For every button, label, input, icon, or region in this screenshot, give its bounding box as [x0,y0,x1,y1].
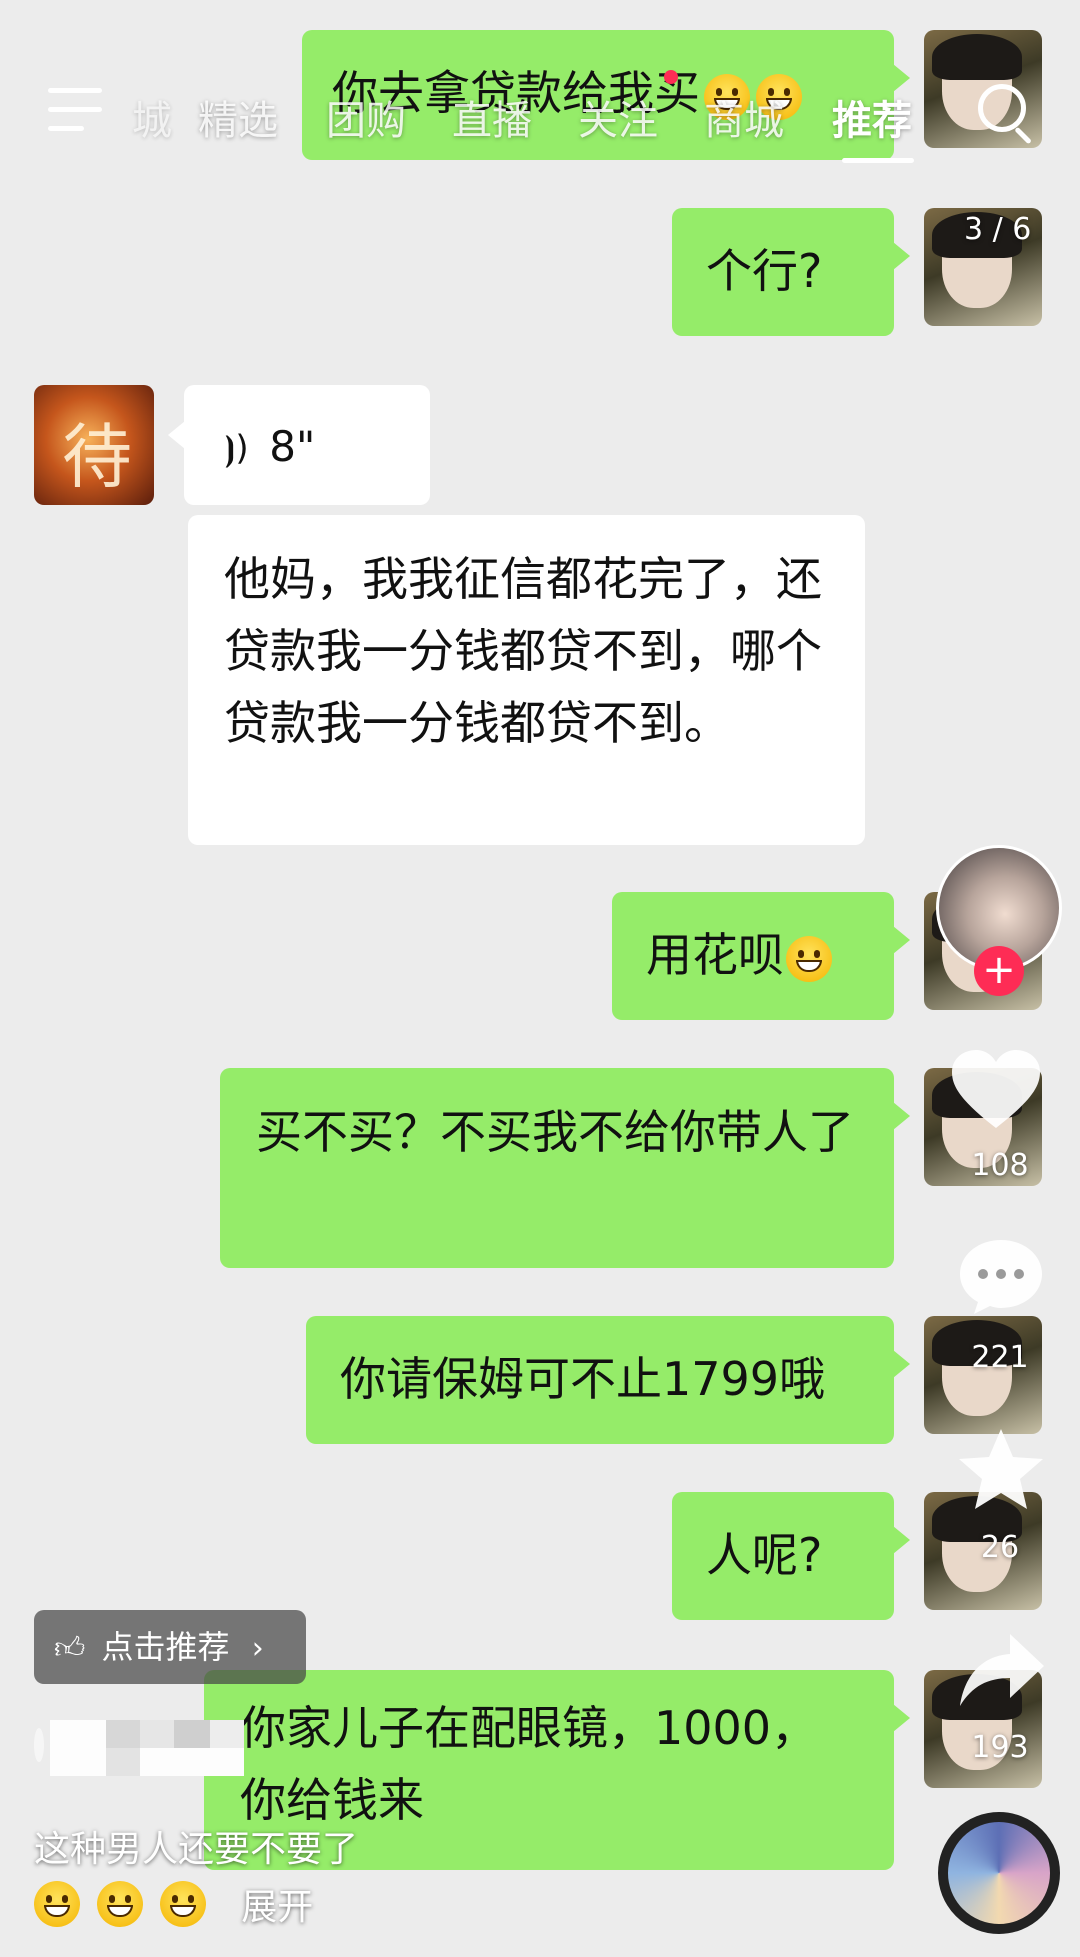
grin-emoji-icon [34,1881,80,1927]
comment-count: 221 [971,1340,1029,1375]
recommend-button[interactable]: 👍︎ 点击推荐 › [34,1610,306,1684]
notification-dot [664,70,678,84]
contact-avatar[interactable]: 待 [34,385,154,505]
tab-following[interactable]: 关注 [578,88,658,146]
voice-wave-icon: ⦘) [224,428,249,469]
caption-emoji-row: 展开 [34,1878,313,1932]
menu-icon[interactable] [48,88,102,132]
message-text: 个行? [706,244,823,298]
tab-mall[interactable]: 商城 [704,88,784,146]
active-tab-underline [842,158,914,163]
tab-featured[interactable]: 精选 [198,88,278,146]
grin-emoji-icon [97,1881,144,1927]
favorite-count: 26 [980,1530,1020,1565]
video-caption: 这种男人还要不要了 [34,1829,359,1870]
share-count: 193 [971,1730,1029,1765]
message-text: 用花呗 [646,928,784,982]
voice-duration: 8" [269,422,316,471]
expand-caption-link[interactable]: 展开 [241,1887,313,1928]
chat-bubble-them: 他妈，我我征信都花完了，还贷款我一分钱都贷不到，哪个贷款我一分钱都贷不到。 [188,515,865,845]
chat-bubble-me: 人呢? [672,1492,910,1620]
page-indicator: 3 / 6 [964,212,1032,247]
like-heart-icon[interactable] [950,1048,1042,1132]
tab-group-buy[interactable]: 团购 [326,88,406,146]
recommend-label: 点击推荐 [101,1628,230,1666]
chat-bubble-me: 你请保姆可不止1799哦 [306,1316,910,1444]
chat-bubble-me: 用花呗 [612,892,910,1020]
follow-plus-button[interactable]: + [974,946,1024,996]
grin-emoji-icon [786,935,832,982]
grin-emoji-icon [160,1881,207,1927]
tab-live[interactable]: 直播 [452,88,532,146]
thumbs-up-icon: 👍︎ [54,1631,86,1666]
tab-city[interactable]: 城 [132,88,172,146]
chat-bubble-me: 买不买？不买我不给你带人了 [220,1068,910,1268]
chat-bubble-me: 个行? [672,208,910,336]
voice-message-bubble[interactable]: ⦘) 8" [168,385,430,505]
message-text: 买不买？不买我不给你带人了 [256,1105,854,1159]
author-name-redacted [34,1720,254,1776]
favorite-star-icon[interactable] [956,1426,1046,1512]
message-text: 他妈，我我征信都花完了，还贷款我一分钱都贷不到，哪个贷款我一分钱都贷不到。 [224,552,822,750]
music-disc[interactable] [938,1812,1060,1934]
my-avatar[interactable] [924,1316,1042,1434]
search-icon[interactable] [978,84,1034,145]
message-text: 你家儿子在配眼镜，1000，你给钱来 [240,1701,818,1827]
tab-recommended[interactable]: 推荐 [832,88,912,146]
message-text: 人呢? [706,1528,823,1582]
contact-avatar-glyph: 待 [62,416,132,498]
share-arrow-icon[interactable] [958,1630,1046,1710]
like-count: 108 [971,1148,1029,1183]
comment-icon[interactable] [956,1236,1046,1316]
chevron-right-icon: › [251,1631,264,1666]
message-text: 你请保姆可不止1799哦 [340,1352,826,1406]
